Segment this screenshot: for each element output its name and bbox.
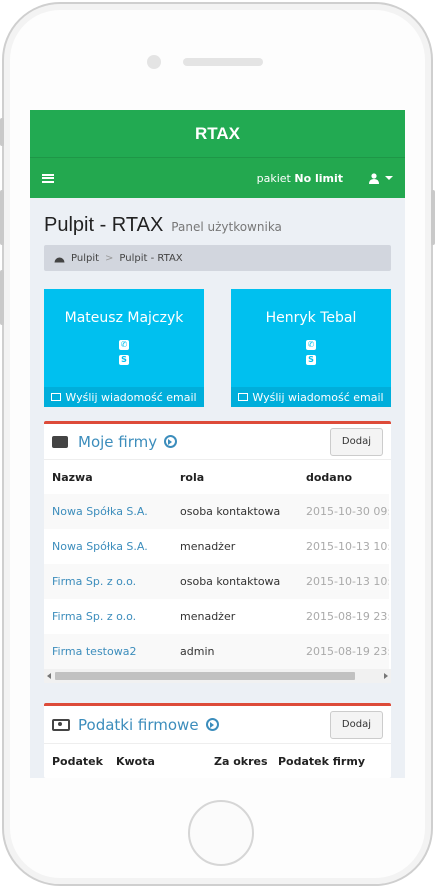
page-title: Pulpit - RTAX (44, 214, 164, 236)
firm-date: 2015-10-13 10:1 (298, 564, 389, 599)
scroll-right-icon[interactable] (384, 673, 388, 679)
contact-card: Henryk Tebal ✆ S Wyślij wiadomość email (231, 289, 391, 407)
volume-down-button (0, 270, 4, 325)
page-subtitle: Panel użytkownika (171, 220, 282, 234)
package-prefix: pakiet (256, 171, 291, 185)
navbar: pakiet No limit (30, 157, 405, 198)
firm-name-link[interactable]: Firma testowa2 (44, 634, 172, 669)
user-icon (369, 172, 379, 184)
firm-role: admin (172, 634, 298, 669)
taxes-box: Podatki firmowe Dodaj Podatek Kwota Za o… (44, 703, 391, 778)
column-header: Nazwa (52, 470, 93, 484)
main-content: Pulpit - RTAX Panel użytkownika Pulpit >… (30, 214, 405, 778)
contact-card: Mateusz Majczyk ✆ S Wyślij wiadomość ema… (44, 289, 204, 407)
table-header-row: Nazwa rola dodano (44, 460, 389, 494)
dashboard-icon (54, 257, 65, 262)
scroll-left-icon[interactable] (47, 673, 51, 679)
contact-cards: Mateusz Majczyk ✆ S Wyślij wiadomość ema… (44, 289, 391, 407)
phone-icon[interactable]: ✆ (306, 340, 316, 350)
skype-icon[interactable]: S (306, 355, 316, 365)
front-camera (147, 55, 161, 69)
firm-date: 2015-10-30 09:4 (298, 494, 389, 529)
phone-icon[interactable]: ✆ (119, 340, 129, 350)
table-row: Nowa Spółka S.A. menadżer 2015-10-13 10:… (44, 529, 389, 564)
firms-table-wrap: Nazwa rola dodano Nowa Spółka S.A. osoba… (44, 460, 389, 669)
firms-table: Nazwa rola dodano Nowa Spółka S.A. osoba… (44, 460, 389, 669)
send-email-label: Wyślij wiadomość email (65, 390, 197, 404)
add-firm-button[interactable]: Dodaj (329, 427, 383, 456)
firm-name-link[interactable]: Firma Sp. z o.o. (44, 599, 172, 634)
firm-role: menadżer (180, 540, 236, 553)
firm-role: osoba kontaktowa (172, 564, 298, 599)
app-header: RTAX (30, 110, 405, 157)
breadcrumb-current: Pulpit - RTAX (119, 252, 183, 264)
volume-up-button (0, 190, 4, 245)
arrow-circle-right-icon[interactable] (205, 718, 219, 731)
brand-logo[interactable]: RTAX (195, 124, 240, 144)
skype-icon[interactable]: S (119, 355, 129, 365)
taxes-box-header: Podatki firmowe Dodaj (44, 706, 391, 744)
contact-name: Mateusz Majczyk (64, 310, 184, 326)
briefcase-icon (52, 435, 68, 448)
menu-icon[interactable] (42, 173, 54, 183)
add-tax-button[interactable]: Dodaj (329, 710, 383, 739)
taxes-table: Podatek Kwota Za okres Podatek firmy (44, 744, 391, 778)
column-header: Kwota (116, 754, 155, 768)
money-icon (52, 718, 70, 731)
breadcrumb: Pulpit > Pulpit - RTAX (44, 245, 391, 271)
package-info: pakiet No limit (257, 172, 343, 185)
column-header: rola (180, 470, 205, 484)
table-row: Firma testowa2 admin 2015-08-19 23:5 (44, 634, 389, 669)
breadcrumb-separator: > (105, 252, 114, 264)
power-button (431, 190, 435, 245)
contact-name: Henryk Tebal (265, 310, 357, 326)
table-header-row: Podatek Kwota Za okres Podatek firmy (44, 744, 391, 778)
arrow-circle-right-icon[interactable] (164, 435, 178, 448)
send-email-label: Wyślij wiadomość email (252, 390, 384, 404)
firms-box-title[interactable]: Moje firmy (78, 433, 157, 451)
screen: RTAX pakiet No limit Pulpit - RTAX Panel… (30, 110, 405, 778)
table-row: Nowa Spółka S.A. osoba kontaktowa 2015-1… (44, 494, 389, 529)
firm-date: 2015-08-19 23:4 (306, 610, 389, 623)
page-header: Pulpit - RTAX Panel użytkownika (44, 214, 391, 237)
firms-box-header: Moje firmy Dodaj (44, 424, 391, 460)
firm-name-link[interactable]: Firma Sp. z o.o. (44, 564, 172, 599)
send-email-button[interactable]: Wyślij wiadomość email (231, 387, 391, 407)
home-button[interactable] (188, 800, 254, 866)
column-header: Podatek (52, 754, 103, 768)
firms-box: Moje firmy Dodaj Nazwa rola dodano Nowa … (44, 421, 391, 683)
send-email-button[interactable]: Wyślij wiadomość email (44, 387, 204, 407)
firm-date: 2015-08-19 23:5 (298, 634, 389, 669)
column-header: Za okres (214, 754, 268, 768)
firm-date: 2015-10-13 10:3 (306, 540, 389, 553)
column-header: Podatek firmy (278, 754, 365, 768)
table-row: Firma Sp. z o.o. menadżer 2015-08-19 23:… (44, 599, 389, 634)
table-row: Firma Sp. z o.o. osoba kontaktowa 2015-1… (44, 564, 389, 599)
firm-role: osoba kontaktowa (172, 494, 298, 529)
package-value: No limit (294, 171, 343, 185)
envelope-icon (238, 393, 249, 401)
scrollbar-thumb[interactable] (55, 672, 355, 680)
speaker-grille (183, 58, 263, 66)
chevron-down-icon (385, 176, 393, 180)
column-header: dodano (306, 470, 353, 484)
firm-name-link[interactable]: Nowa Spółka S.A. (44, 494, 172, 529)
horizontal-scrollbar[interactable] (44, 669, 391, 683)
breadcrumb-home[interactable]: Pulpit (71, 253, 99, 264)
silent-switch (0, 118, 4, 146)
user-menu[interactable] (369, 172, 393, 184)
firm-name-link[interactable]: Nowa Spółka S.A. (44, 529, 172, 564)
taxes-box-title[interactable]: Podatki firmowe (78, 716, 199, 734)
envelope-icon (51, 393, 62, 401)
firm-role: menadżer (180, 610, 236, 623)
